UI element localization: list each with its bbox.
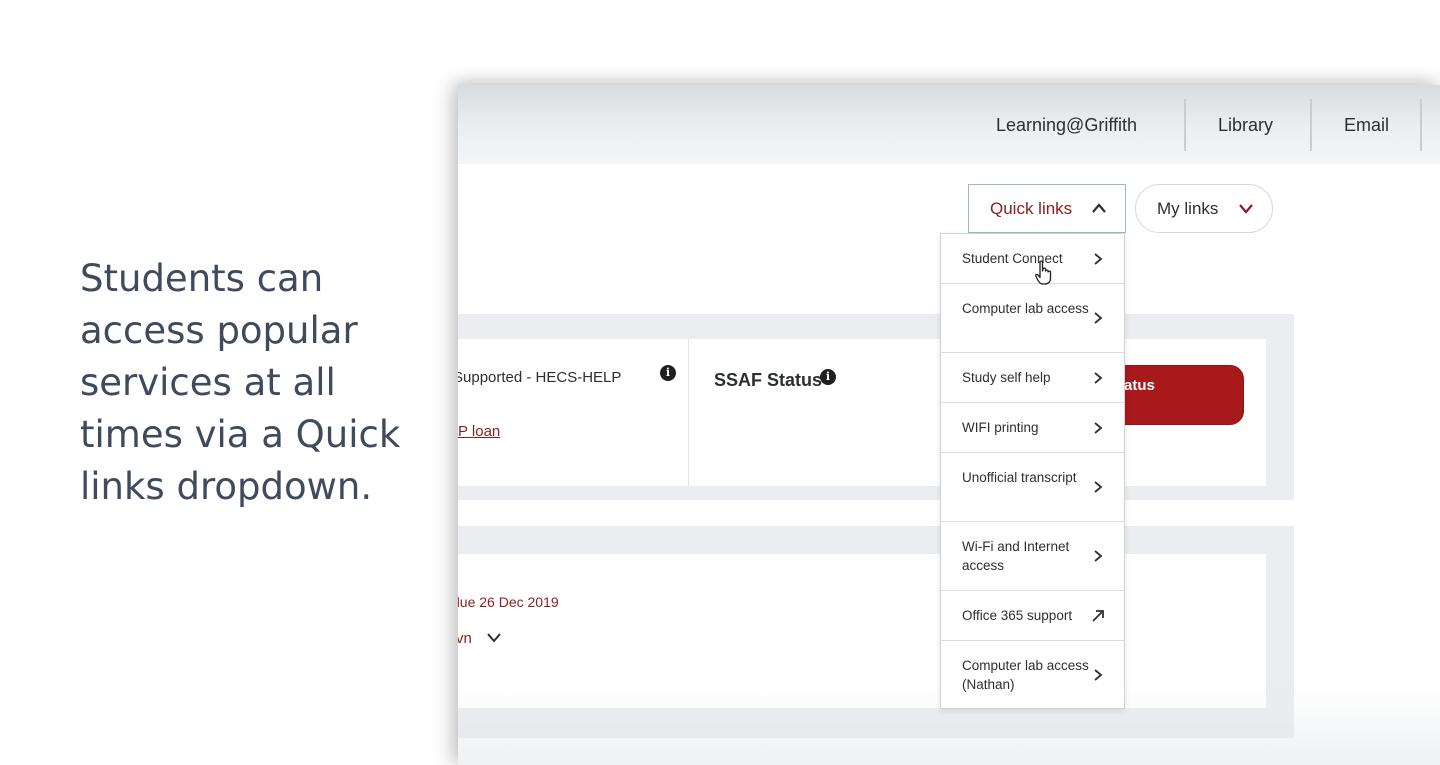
fee-due-date: due 26 Dec 2019 xyxy=(458,594,559,610)
menu-item-label: Computer lab access xyxy=(962,301,1089,316)
app-screenshot: Learning@Griffith Library Email Quick li… xyxy=(458,85,1440,765)
chevron-right-icon xyxy=(1094,422,1103,434)
my-links-label: My links xyxy=(1157,199,1219,218)
menu-item-study-self-help[interactable]: Study self help xyxy=(941,353,1124,403)
chevron-right-icon xyxy=(1094,253,1103,265)
menu-item-label: Unofficial transcript xyxy=(962,470,1077,485)
card-divider xyxy=(688,339,689,486)
quick-links-label: Quick links xyxy=(990,199,1073,218)
menu-item-label: WIFI printing xyxy=(962,420,1039,435)
menu-item-office-365-support[interactable]: Office 365 support xyxy=(941,591,1124,641)
menu-item-label: Computer lab access (Nathan) xyxy=(962,658,1089,692)
menu-item-computer-lab-access-nathan[interactable]: Computer lab access (Nathan) xyxy=(941,641,1124,708)
chevron-right-icon xyxy=(1094,550,1103,562)
menu-item-student-connect[interactable]: Student Connect xyxy=(941,234,1124,284)
quick-links-menu: Student Connect Computer lab access Stud… xyxy=(940,233,1125,709)
nav-library[interactable]: Library xyxy=(1218,85,1273,164)
caption-text: Students can access popular services at … xyxy=(80,257,401,508)
my-links-button[interactable]: My links xyxy=(1135,184,1273,233)
menu-item-wifi-printing[interactable]: WIFI printing xyxy=(941,403,1124,453)
chevron-down-icon[interactable] xyxy=(486,632,502,644)
info-icon[interactable]: i xyxy=(820,369,836,385)
hand-cursor-icon xyxy=(1035,260,1052,285)
chevron-up-icon xyxy=(1092,203,1106,213)
chevron-down-icon xyxy=(1239,204,1253,214)
nav-email[interactable]: Email xyxy=(1344,85,1389,164)
ssaf-status-label: SSAF Status xyxy=(714,370,823,390)
hecs-help-status: Supported - HECS-HELP xyxy=(458,369,622,386)
nav-separator xyxy=(1310,99,1312,151)
menu-item-unofficial-transcript[interactable]: Unofficial transcript xyxy=(941,453,1124,522)
ssaf-status-title: SSAF Status xyxy=(714,370,822,391)
nav-separator xyxy=(1420,99,1422,151)
quick-links-button[interactable]: Quick links xyxy=(968,184,1126,233)
menu-item-computer-lab-access[interactable]: Computer lab access xyxy=(941,284,1124,353)
top-navigation: Learning@Griffith Library Email xyxy=(458,85,1440,164)
menu-item-label: Study self help xyxy=(962,370,1051,385)
nav-learning-griffith[interactable]: Learning@Griffith xyxy=(996,85,1137,164)
menu-item-label: Wi-Fi and Internet access xyxy=(962,539,1070,573)
menu-item-wifi-internet-access[interactable]: Wi-Fi and Internet access xyxy=(941,522,1124,591)
chevron-right-icon xyxy=(1094,372,1103,384)
loan-link[interactable]: P loan xyxy=(458,423,500,440)
nav-separator xyxy=(1184,99,1186,151)
external-link-icon xyxy=(1092,610,1104,622)
chevron-right-icon xyxy=(1094,312,1103,324)
chevron-right-icon xyxy=(1094,481,1103,493)
menu-item-label: Student Connect xyxy=(962,251,1063,266)
chevron-right-icon xyxy=(1094,669,1103,681)
menu-item-label: Office 365 support xyxy=(962,608,1073,623)
info-icon[interactable]: i xyxy=(660,365,676,381)
breakdown-toggle-label[interactable]: vn xyxy=(458,630,472,647)
